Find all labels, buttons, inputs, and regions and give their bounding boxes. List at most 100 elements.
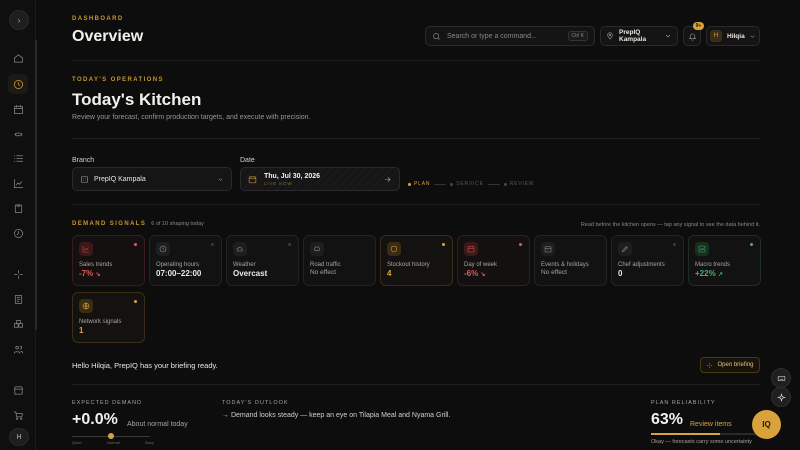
date-value: Thu, Jul 30, 2026 bbox=[264, 172, 321, 180]
signal-card[interactable]: Weather Overcast bbox=[226, 235, 299, 286]
ai-assist-button[interactable] bbox=[771, 387, 791, 407]
building-icon bbox=[81, 175, 88, 183]
branch-select-value: PrepIQ Kampala bbox=[94, 175, 146, 183]
signal-icon-box bbox=[387, 242, 401, 256]
calendar-icon bbox=[467, 246, 475, 253]
nav-history[interactable] bbox=[8, 223, 28, 243]
signal-name: Network signals bbox=[79, 319, 122, 325]
plan-reliability-note: Okay — forecasts carry some uncertainty bbox=[651, 439, 752, 445]
search-icon bbox=[433, 32, 440, 40]
outlook-text: → Demand looks steady — keep an eye on T… bbox=[222, 412, 451, 419]
car-icon bbox=[314, 246, 320, 251]
nav-analytics[interactable] bbox=[8, 173, 28, 193]
signal-card[interactable]: Road traffic No effect bbox=[303, 235, 376, 286]
history-icon bbox=[13, 228, 23, 238]
demand-signals-count: 6 of 10 shaping today bbox=[151, 221, 204, 227]
branch-select[interactable]: PrepIQ Kampala bbox=[72, 167, 232, 191]
status-dot bbox=[211, 243, 214, 246]
outlook-label: TODAY'S OUTLOOK bbox=[222, 400, 289, 406]
sidebar-toggle-button[interactable]: › bbox=[9, 10, 29, 30]
signal-value: +22% ↗ bbox=[695, 269, 754, 278]
branch-field-label: Branch bbox=[72, 157, 95, 164]
signal-value: -7% ↘ bbox=[79, 269, 138, 278]
nav-kitchen[interactable] bbox=[8, 123, 28, 143]
receipt-icon bbox=[14, 294, 22, 304]
nav-calendar[interactable] bbox=[8, 99, 28, 119]
section-subtitle: Review your forecast, confirm production… bbox=[72, 114, 311, 121]
signal-value: 0 bbox=[618, 269, 677, 278]
keyboard-shortcuts-button[interactable] bbox=[771, 368, 791, 388]
pen-icon bbox=[621, 246, 628, 253]
signal-name: Macro trends bbox=[695, 262, 731, 268]
tick-busy: Busy bbox=[145, 440, 154, 445]
review-items-link[interactable]: Review items bbox=[690, 421, 732, 428]
step-plan[interactable]: PLAN bbox=[408, 181, 430, 187]
trend-arrow-icon: ↘ bbox=[480, 272, 486, 278]
signal-card[interactable]: Chef adjustments 0 bbox=[611, 235, 684, 286]
signal-card[interactable]: Network signals 1 bbox=[72, 292, 145, 343]
signal-name: Sales trends bbox=[79, 262, 113, 268]
trend-arrow-icon: ↗ bbox=[717, 272, 723, 278]
step-service[interactable]: SERVICE bbox=[450, 181, 483, 187]
user-name: Hilqia bbox=[727, 32, 745, 40]
sidebar: › H bbox=[0, 0, 37, 450]
search-placeholder: Search or type a command... bbox=[447, 32, 537, 40]
avatar-initial: H bbox=[16, 433, 22, 441]
date-picker[interactable]: Thu, Jul 30, 2026 LIVE NOW bbox=[240, 167, 400, 191]
expected-demand-sub: About normal today bbox=[127, 421, 188, 428]
sparkle-icon bbox=[776, 392, 786, 402]
nav-tasks[interactable] bbox=[8, 198, 28, 218]
open-briefing-button[interactable]: Open briefing bbox=[700, 357, 760, 373]
page-title: Overview bbox=[72, 28, 144, 45]
clock-icon bbox=[159, 245, 167, 253]
signal-name: Day of week bbox=[464, 262, 498, 268]
workflow-steps: PLAN SERVICE REVIEW bbox=[408, 181, 534, 187]
branch-selector[interactable]: PrepIQ Kampala bbox=[600, 26, 678, 46]
user-menu[interactable]: H Hilqia bbox=[706, 26, 760, 46]
step-dot bbox=[450, 182, 454, 186]
signal-card[interactable]: Sales trends -7% ↘ bbox=[72, 235, 145, 286]
nav-orders[interactable] bbox=[8, 289, 28, 309]
signal-card[interactable]: Day of week -6% ↘ bbox=[457, 235, 530, 286]
sidebar-scrollbar[interactable] bbox=[35, 40, 37, 330]
calendar-icon bbox=[248, 175, 257, 183]
status-dot bbox=[134, 300, 137, 303]
divider bbox=[72, 384, 760, 385]
demand-signals-note: Read before the kitchen opens — tap any … bbox=[580, 222, 760, 228]
nav-team[interactable] bbox=[8, 339, 28, 359]
signal-name: Stockout history bbox=[387, 262, 430, 268]
nav-store[interactable] bbox=[8, 380, 28, 400]
sparkle-icon bbox=[13, 269, 23, 279]
signal-card[interactable]: Operating hours 07:00–22:00 bbox=[149, 235, 222, 286]
signal-icon-box bbox=[541, 242, 555, 256]
nav-ai[interactable] bbox=[8, 264, 28, 284]
signal-icon-box bbox=[79, 299, 93, 313]
demand-meter-knob bbox=[108, 433, 114, 439]
nav-list[interactable] bbox=[8, 148, 28, 168]
search-input[interactable]: Search or type a command... Ctrl K bbox=[425, 26, 595, 46]
step-connector bbox=[487, 183, 500, 185]
signal-value-text: 0 bbox=[618, 269, 623, 278]
chef-hat-icon bbox=[13, 132, 23, 136]
users-icon bbox=[13, 345, 23, 354]
nav-overview[interactable] bbox=[8, 74, 28, 94]
divider bbox=[72, 138, 760, 139]
sidebar-user-avatar[interactable]: H bbox=[9, 428, 29, 446]
nav-home[interactable] bbox=[8, 48, 28, 68]
signal-card[interactable]: Macro trends +22% ↗ bbox=[688, 235, 761, 286]
nav-cart[interactable] bbox=[8, 405, 28, 425]
signal-card[interactable]: Events & holidays No effect bbox=[534, 235, 607, 286]
boxes-icon bbox=[13, 319, 23, 328]
step-dot bbox=[503, 182, 507, 186]
clipboard-icon bbox=[14, 203, 22, 213]
iq-assistant-button[interactable]: IQ bbox=[752, 410, 781, 439]
signal-value: Overcast bbox=[233, 269, 292, 278]
event-icon bbox=[544, 246, 552, 253]
nav-inventory[interactable] bbox=[8, 314, 28, 334]
tick-quiet: Quiet bbox=[72, 440, 82, 445]
open-briefing-label: Open briefing bbox=[717, 362, 754, 368]
signal-card[interactable]: Stockout history 4 bbox=[380, 235, 453, 286]
step-review[interactable]: REVIEW bbox=[503, 181, 535, 187]
status-dot bbox=[673, 243, 676, 246]
signal-name: Operating hours bbox=[156, 262, 200, 268]
